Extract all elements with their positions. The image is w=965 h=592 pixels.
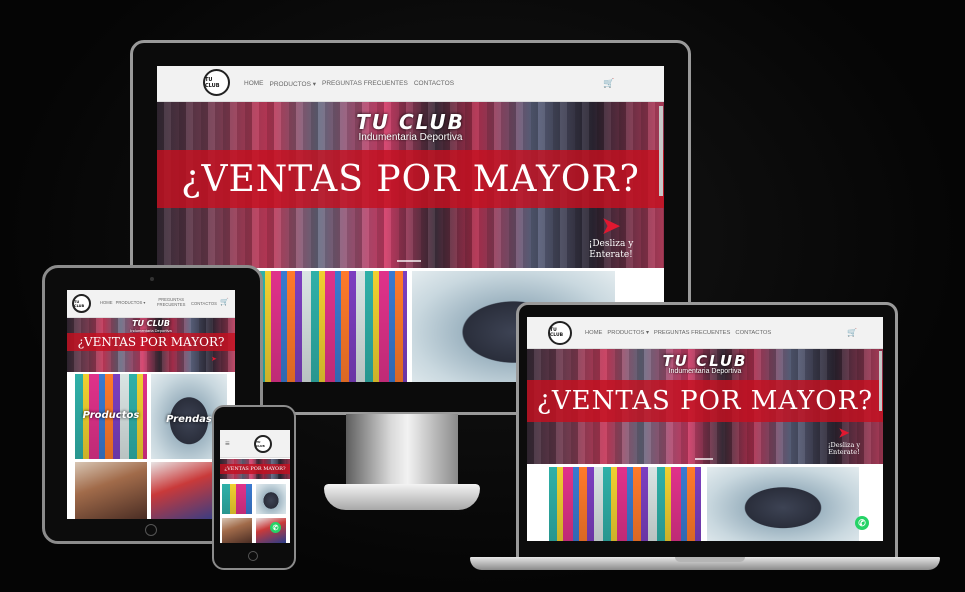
phone-logo[interactable]: TU CLUB [254, 435, 272, 453]
cart-icon[interactable]: 🛒 [220, 298, 229, 306]
desktop-tile-products[interactable] [257, 271, 407, 382]
phone-home-button[interactable] [248, 551, 258, 561]
hero-title: ¿VENTAS POR MAYOR? [224, 466, 286, 472]
phone-navbar: ≡ TU CLUB [220, 430, 290, 458]
laptop-tile-garments[interactable] [707, 467, 859, 541]
laptop-navbar: TU CLUB HOME PRODUCTOS ▾ PREGUNTAS FRECU… [527, 317, 883, 349]
nav-home[interactable]: HOME [100, 300, 113, 305]
tablet-tile-people[interactable] [75, 462, 147, 519]
hero-brand-name: TU CLUB [356, 110, 465, 134]
hero-title: ¿VENTAS POR MAYOR? [536, 386, 874, 416]
laptop-notch [675, 557, 745, 562]
tablet-logo[interactable]: TU CLUB [72, 294, 91, 313]
hero-brand-name: TU CLUB [132, 319, 170, 328]
nav-products[interactable]: PRODUCTOS ▾ [270, 80, 316, 88]
hero-brand-tagline: Indumentaria Deportiva [358, 132, 463, 143]
desktop-scrollbar[interactable] [659, 106, 663, 196]
hero-title: ¿VENTAS POR MAYOR? [181, 158, 640, 200]
tablet-camera [150, 277, 154, 281]
laptop-hero: TU CLUB Indumentaria Deportiva ¿VENTAS P… [527, 349, 883, 464]
monitor-stand-base [324, 484, 480, 510]
phone-tile-people[interactable] [222, 518, 252, 543]
tablet-navbar: TU CLUB HOME PRODUCTOS ▾ PREGUNTAS FRECU… [67, 290, 235, 318]
cart-icon[interactable]: 🛒 [847, 328, 857, 337]
tablet-tile-products[interactable]: Productos [75, 374, 147, 459]
menu-icon[interactable]: ≡ [225, 439, 230, 448]
hero-title-band: ¿VENTAS POR MAYOR? [220, 464, 290, 474]
mockup-stage: TU CLUB HOME PRODUCTOS ▾ PREGUNTAS FRECU… [0, 0, 965, 592]
scroll-hint[interactable]: ➤ ¡Desliza y Enterate! [823, 426, 865, 457]
nav-home[interactable]: HOME [244, 80, 264, 88]
phone-tile-products[interactable] [222, 484, 252, 514]
nav-home[interactable]: HOME [585, 330, 602, 336]
laptop-scrollbar[interactable] [879, 351, 882, 411]
arrow-right-icon: ➤ [838, 426, 850, 441]
nav-faq[interactable]: PREGUNTAS FRECUENTES [322, 80, 408, 88]
tile-label-products: Productos [82, 410, 140, 421]
carousel-indicator[interactable] [397, 260, 421, 262]
arrow-right-icon[interactable]: ➤ [211, 355, 217, 363]
laptop-tile-products[interactable] [549, 467, 701, 541]
whatsapp-icon[interactable]: ✆ [855, 516, 869, 530]
phone-hero: ¿VENTAS POR MAYOR? [220, 459, 290, 479]
monitor-stand-neck [346, 414, 458, 486]
tablet-home-button[interactable] [145, 524, 157, 536]
hero-brand-tagline: Indumentaria Deportiva [668, 368, 742, 375]
phone-tile-garments[interactable] [256, 484, 286, 514]
tablet-nav-links: HOME PRODUCTOS ▾ [100, 300, 146, 305]
hero-title: ¿VENTAS POR MAYOR? [77, 335, 225, 349]
arrow-right-icon: ➤ [601, 213, 621, 239]
hero-title-band: ¿VENTAS POR MAYOR? [527, 380, 883, 422]
whatsapp-icon[interactable]: ✆ [270, 522, 281, 533]
laptop-screen: TU CLUB HOME PRODUCTOS ▾ PREGUNTAS FRECU… [527, 317, 883, 541]
desktop-logo[interactable]: TU CLUB [203, 69, 230, 96]
hero-title-band: ¿VENTAS POR MAYOR? [157, 150, 664, 208]
nav-contact[interactable]: CONTACTOS [191, 301, 217, 306]
nav-products[interactable]: PRODUCTOS ▾ [116, 300, 146, 305]
tablet-hero: TU CLUB Indumentaria Deportiva ¿VENTAS P… [67, 318, 235, 372]
tablet-screen: TU CLUB HOME PRODUCTOS ▾ PREGUNTAS FRECU… [67, 290, 235, 519]
hero-title-band: ¿VENTAS POR MAYOR? [67, 333, 235, 351]
nav-faq[interactable]: PREGUNTAS FRECUENTES [157, 297, 185, 307]
nav-products[interactable]: PRODUCTOS ▾ [607, 330, 648, 336]
desktop-nav-links: HOME PRODUCTOS ▾ PREGUNTAS FRECUENTES CO… [244, 80, 454, 88]
laptop-logo[interactable]: TU CLUB [548, 321, 572, 345]
desktop-hero: TU CLUB Indumentaria Deportiva ¿VENTAS P… [157, 102, 664, 268]
carousel-indicator[interactable] [695, 458, 713, 460]
phone-screen: ≡ TU CLUB ¿VENTAS POR MAYOR? ✆ [220, 430, 290, 543]
scroll-hint[interactable]: ➤ ¡Desliza y Enterate! [581, 213, 641, 260]
nav-contact[interactable]: CONTACTOS [735, 330, 771, 336]
nav-faq[interactable]: PREGUNTAS FRECUENTES [654, 330, 731, 336]
nav-contact[interactable]: CONTACTOS [414, 80, 454, 88]
cart-icon[interactable]: 🛒 [603, 78, 614, 89]
laptop-nav-links: HOME PRODUCTOS ▾ PREGUNTAS FRECUENTES CO… [585, 330, 771, 336]
desktop-navbar: TU CLUB HOME PRODUCTOS ▾ PREGUNTAS FRECU… [157, 66, 664, 102]
